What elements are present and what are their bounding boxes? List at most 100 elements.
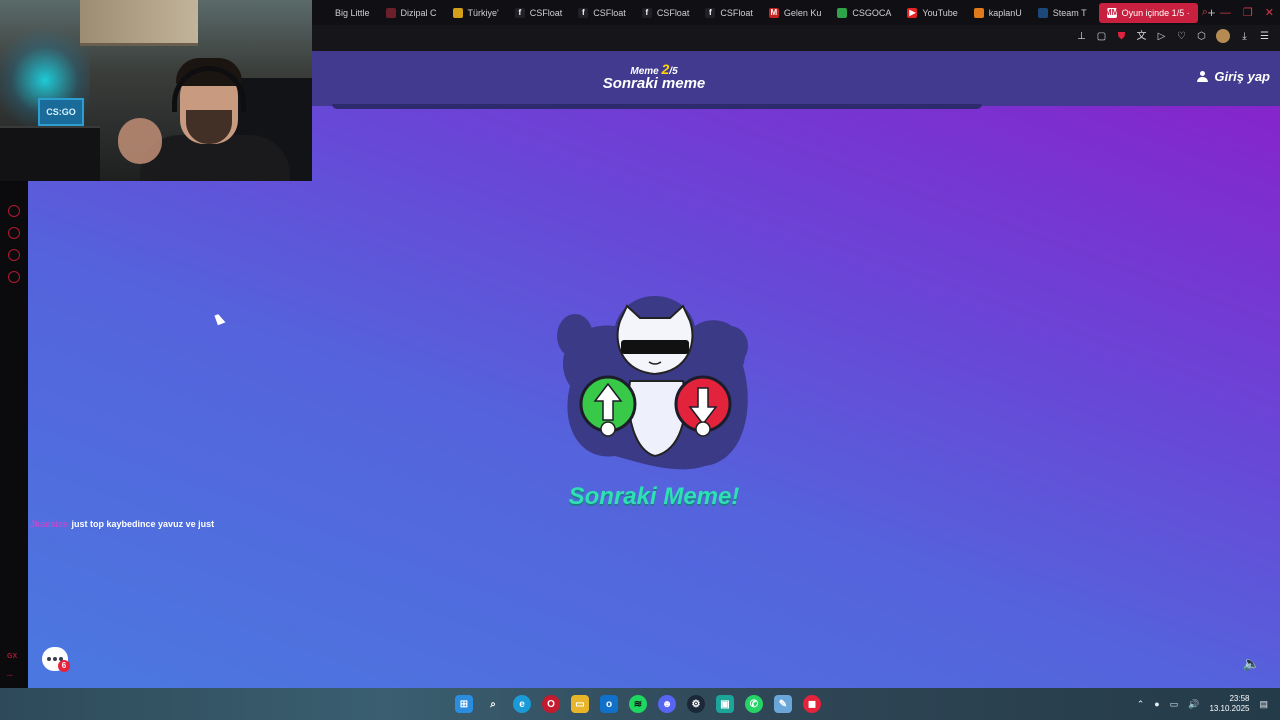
- avatar[interactable]: [1216, 29, 1230, 43]
- tab-list: Big Little Dizipal C Türkiye' f CSFloat f CSFl…: [312, 0, 1202, 25]
- search-taskbar-icon[interactable]: ⌕: [484, 695, 502, 713]
- clock-time: 23:58: [1229, 694, 1250, 703]
- tab-label: CSFloat: [720, 7, 753, 18]
- vpn-shield-icon[interactable]: ⛊: [1116, 31, 1127, 42]
- chat-text: just top kaybedince yavuz ve just: [71, 519, 215, 529]
- clock-date: 13.10.2025: [1209, 704, 1250, 713]
- tab-favicon-icon: [1037, 7, 1048, 18]
- volume-icon[interactable]: 🔊: [1188, 699, 1199, 710]
- tab-label: Dizipal C: [400, 7, 437, 18]
- extensions-icon[interactable]: ⬡: [1196, 31, 1207, 42]
- tab-favicon-icon: [452, 7, 463, 18]
- network-icon[interactable]: ▭: [1170, 699, 1179, 710]
- heart-icon[interactable]: ♡: [1176, 31, 1187, 42]
- minimize-icon[interactable]: —: [1220, 7, 1231, 19]
- tab-label: YouTube: [922, 7, 958, 18]
- webcam-overlay: CS:GO: [0, 0, 312, 181]
- browser-toolbar: ⊥ ▢ ⛊ 文 ▷ ♡ ⬡ ⤓ ☰: [312, 25, 1280, 51]
- browser-tab[interactable]: CSGOCA: [829, 0, 899, 25]
- clock[interactable]: 23:58 13.10.2025: [1209, 694, 1249, 714]
- tab-favicon-icon: f: [578, 7, 589, 18]
- tool-icon[interactable]: ✎: [774, 695, 792, 713]
- chat-app-icon[interactable]: ▣: [716, 695, 734, 713]
- login-button[interactable]: Giriş yap: [1197, 69, 1270, 84]
- file-explorer-icon[interactable]: ▭: [571, 695, 589, 713]
- next-meme-button[interactable]: Sonraki Meme!: [28, 483, 1280, 511]
- browser-tab[interactable]: ▶ YouTube: [899, 0, 965, 25]
- snapshot-icon[interactable]: ▢: [1096, 31, 1107, 42]
- record-icon[interactable]: [8, 205, 20, 217]
- tab-favicon-icon: ▶: [907, 7, 918, 18]
- browser-tab[interactable]: f CSFloat: [570, 0, 634, 25]
- discord-icon[interactable]: ☻: [658, 695, 676, 713]
- tab-label: CSFloat: [529, 7, 563, 18]
- tab-label: CSFloat: [656, 7, 690, 18]
- desk: [0, 126, 100, 181]
- user-icon: [1197, 71, 1209, 82]
- browser-tab[interactable]: Türkiye': [445, 0, 507, 25]
- tab-favicon-icon: M: [768, 7, 779, 18]
- csgo-sign: CS:GO: [38, 98, 84, 126]
- chat-username: Jkansize: [30, 519, 68, 529]
- tab-label: CSFloat: [593, 7, 626, 18]
- mouse-cursor: [214, 312, 226, 326]
- maximize-icon[interactable]: ❐: [1243, 6, 1253, 19]
- pin-icon[interactable]: ⊥: [1076, 31, 1087, 42]
- tab-label: Big Little: [335, 7, 370, 18]
- tab-label: Steam T: [1052, 7, 1087, 18]
- notification-icon[interactable]: ▤: [1259, 699, 1268, 710]
- close-icon[interactable]: ✕: [1265, 6, 1274, 19]
- browser-tab[interactable]: Big Little: [312, 0, 378, 25]
- browser-tab[interactable]: MM Oyun içinde 1/5 ·: [1098, 2, 1198, 23]
- sound-icon[interactable]: 🔈: [1243, 655, 1260, 672]
- login-label: Giriş yap: [1214, 69, 1270, 84]
- translate-icon[interactable]: 文: [1136, 31, 1147, 42]
- browser-tab[interactable]: Dizipal C: [378, 0, 445, 25]
- search-icon[interactable]: ⌕: [1202, 6, 1208, 19]
- sunglasses: [621, 340, 689, 354]
- download-icon[interactable]: ⤓: [1239, 31, 1250, 42]
- cat-mascot-illustration[interactable]: [555, 286, 755, 471]
- tab-label: Gelen Ku: [783, 7, 822, 18]
- tab-label: Oyun içinde 1/5 ·: [1121, 7, 1190, 18]
- microphone-icon[interactable]: ●: [1154, 699, 1159, 709]
- browser-tab[interactable]: f CSFloat: [697, 0, 761, 25]
- tray-chevron-icon[interactable]: ⌃: [1137, 699, 1145, 710]
- chat-message: Jkansize just top kaybedince yavuz ve jus…: [30, 519, 214, 529]
- tab-label: CSGOCA: [852, 7, 892, 18]
- window-controls: ⌕ — ❐ ✕: [1202, 0, 1274, 25]
- app-icon[interactable]: ◼: [803, 695, 821, 713]
- edge-icon[interactable]: e: [513, 695, 531, 713]
- screen: Big Little Dizipal C Türkiye' f CSFloat f CSFl…: [0, 0, 1280, 720]
- tab-label: kaplanU: [988, 7, 1022, 18]
- opera-gx-icon[interactable]: O: [542, 695, 560, 713]
- browser-tab[interactable]: M Gelen Ku: [761, 0, 830, 25]
- tab-favicon-icon: f: [705, 7, 716, 18]
- browser-tab[interactable]: f CSFloat: [507, 0, 571, 25]
- menu-icon[interactable]: ☰: [1259, 31, 1270, 42]
- wall-shelf: [80, 0, 198, 46]
- browser-tab[interactable]: kaplanU: [966, 0, 1030, 25]
- tab-favicon-icon: MM: [1105, 7, 1119, 18]
- spotify-icon[interactable]: ≋: [629, 695, 647, 713]
- whatsapp-icon[interactable]: ✆: [745, 695, 763, 713]
- tab-favicon-icon: [973, 7, 984, 18]
- outlook-icon[interactable]: o: [600, 695, 618, 713]
- mascot-paw-left: [557, 314, 593, 358]
- player-icon[interactable]: ▷: [1156, 31, 1167, 42]
- gx-label[interactable]: GX: [7, 653, 17, 660]
- settings-icon[interactable]: [8, 271, 20, 283]
- tab-label: Türkiye': [467, 7, 499, 18]
- messenger-icon[interactable]: [8, 249, 20, 261]
- tab-favicon-icon: [385, 7, 396, 18]
- start-icon[interactable]: ⊞: [455, 695, 473, 713]
- history-icon[interactable]: [8, 227, 20, 239]
- header-divider: [332, 104, 982, 109]
- system-tray: ⌃ ● ▭ 🔊 23:58 13.10.2025 ▤: [1137, 694, 1268, 714]
- tab-favicon-icon: f: [514, 7, 525, 18]
- steam-icon[interactable]: ⚙: [687, 695, 705, 713]
- browser-tab[interactable]: f CSFloat: [634, 0, 698, 25]
- more-icon[interactable]: ...: [7, 671, 13, 678]
- browser-tab[interactable]: Steam T: [1030, 0, 1095, 25]
- windows-taskbar: ⊞ ⌕ e O ▭ o ≋ ☻ ⚙ ▣ ✆ ✎ ◼ ⌃ ● ▭ 🔊 23:58 …: [0, 688, 1280, 720]
